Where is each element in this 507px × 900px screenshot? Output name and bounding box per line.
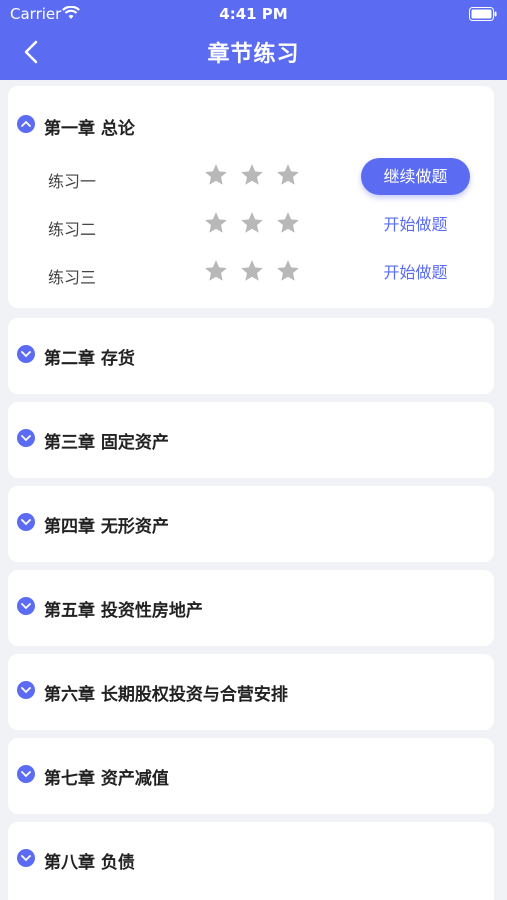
chevron-down-icon[interactable] xyxy=(17,681,35,699)
page-title: 章节练习 xyxy=(207,42,300,67)
chevron-down-icon[interactable] xyxy=(17,513,35,531)
star-icon xyxy=(203,258,229,284)
star-icon xyxy=(275,258,301,284)
chapter-title: 第八章 负债 xyxy=(44,853,135,873)
chevron-down-icon[interactable] xyxy=(17,849,35,867)
chapter-card[interactable]: 第四章 无形资产 xyxy=(8,486,494,562)
status-time: 4:41 PM xyxy=(219,5,288,23)
exercise-label: 练习一 xyxy=(48,172,97,191)
exercise-row: 练习三 开始做题 xyxy=(8,254,494,294)
exercise-label: 练习三 xyxy=(48,268,97,287)
chapter-title: 第六章 长期股权投资与合营安排 xyxy=(44,685,288,705)
nav-header: Carrier 4:41 PM 章节练习 xyxy=(0,0,507,80)
chapter-card[interactable]: 第五章 投资性房地产 xyxy=(8,570,494,646)
star-icon xyxy=(275,210,301,236)
star-icon xyxy=(275,162,301,188)
chapter-card[interactable]: 第三章 固定资产 xyxy=(8,402,494,478)
chevron-down-icon[interactable] xyxy=(17,597,35,615)
chapter-header[interactable]: 第一章 总论 xyxy=(8,86,494,162)
chevron-down-icon[interactable] xyxy=(17,429,35,447)
chapter-card[interactable]: 第八章 负债 xyxy=(8,822,494,900)
exercise-row: 练习二 开始做题 xyxy=(8,206,494,246)
chapter-title: 第五章 投资性房地产 xyxy=(44,601,203,621)
chapter-title: 第一章 总论 xyxy=(44,119,135,139)
star-icon xyxy=(239,258,265,284)
chapter-title: 第七章 资产减值 xyxy=(44,769,169,789)
chevron-up-icon[interactable] xyxy=(17,115,35,133)
star-icon xyxy=(203,210,229,236)
chapter-title: 第四章 无形资产 xyxy=(44,517,169,537)
start-exercise-button[interactable]: 开始做题 xyxy=(361,206,470,243)
chapter-card[interactable]: 第六章 长期股权投资与合营安排 xyxy=(8,654,494,730)
start-exercise-button[interactable]: 开始做题 xyxy=(361,254,470,291)
chevron-down-icon[interactable] xyxy=(17,765,35,783)
exercise-row: 练习一 继续做题 xyxy=(8,158,494,198)
star-icon xyxy=(239,162,265,188)
continue-exercise-button[interactable]: 继续做题 xyxy=(361,158,470,195)
battery-icon xyxy=(469,6,497,25)
star-icon xyxy=(239,210,265,236)
chevron-down-icon[interactable] xyxy=(17,345,35,363)
chapter-card: 第一章 总论 练习一 继续做题 练习二 开始做题 练习三 开始做题 xyxy=(8,86,494,308)
chapter-card[interactable]: 第七章 资产减值 xyxy=(8,738,494,814)
status-bar: Carrier 4:41 PM xyxy=(0,0,507,28)
star-icon xyxy=(203,162,229,188)
chapter-title: 第二章 存货 xyxy=(44,349,135,369)
exercise-label: 练习二 xyxy=(48,220,97,239)
chapter-title: 第三章 固定资产 xyxy=(44,433,169,453)
chapter-card[interactable]: 第二章 存货 xyxy=(8,318,494,394)
